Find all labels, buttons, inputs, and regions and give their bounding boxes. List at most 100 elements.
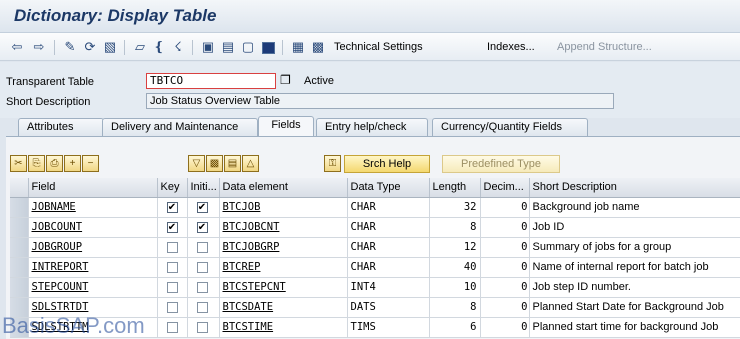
other-object-icon[interactable]: ⟳: [82, 39, 98, 55]
indexes-button[interactable]: Indexes...: [487, 39, 557, 55]
column-header-initial[interactable]: Initi...: [187, 178, 220, 198]
field-name-cell[interactable]: JOBGROUP: [28, 237, 158, 258]
display-change-icon[interactable]: ✎: [62, 39, 78, 55]
table-row[interactable]: INTREPORT BTCREP CHAR 40 0 Name of internal r…: [10, 257, 740, 278]
data-element-cell[interactable]: BTCSTIME: [219, 317, 348, 338]
data-element-cell[interactable]: BTCREP: [219, 257, 348, 278]
column-header-key[interactable]: Key: [157, 178, 188, 198]
data-element-cell[interactable]: BTCSDATE: [219, 297, 348, 318]
key-checkbox-cell[interactable]: [157, 317, 188, 338]
checkbox[interactable]: ✔: [166, 221, 178, 233]
data-type-cell[interactable]: CHAR: [347, 217, 430, 238]
column-header-short-description[interactable]: Short Description: [529, 178, 740, 198]
checkbox[interactable]: [196, 321, 208, 333]
check-icon[interactable]: ▧: [102, 39, 118, 55]
checkbox[interactable]: [196, 281, 208, 293]
checkbox[interactable]: [166, 301, 178, 313]
table-row[interactable]: JOBCOUNT ✔ ✔ BTCJOBCNT CHAR 8 0 Job ID: [10, 217, 740, 238]
tab-entry-help-check[interactable]: Entry help/check: [316, 118, 428, 136]
predefined-type-button[interactable]: Predefined Type: [442, 155, 560, 173]
append-structure-button[interactable]: Append Structure...: [557, 39, 677, 55]
tab-fields[interactable]: Fields: [258, 116, 314, 136]
insert-row-icon[interactable]: +: [64, 155, 81, 172]
initial-checkbox-cell[interactable]: ✔: [187, 197, 220, 218]
data-element-cell[interactable]: BTCJOB: [219, 197, 348, 218]
table-row[interactable]: JOBGROUP BTCJOBGRP CHAR 12 0 Summary of jobs …: [10, 237, 740, 258]
field-name-cell[interactable]: JOBCOUNT: [28, 217, 158, 238]
copy-icon[interactable]: ❐: [280, 73, 291, 87]
data-element-cell[interactable]: BTCJOBCNT: [219, 217, 348, 238]
decimals-cell[interactable]: 0: [480, 197, 530, 218]
screen-icon[interactable]: ▢: [240, 39, 256, 55]
data-type-cell[interactable]: CHAR: [347, 237, 430, 258]
table-row[interactable]: STEPCOUNT BTCSTEPCNT INT4 10 0 Job step ID nu…: [10, 277, 740, 298]
length-cell[interactable]: 6: [429, 317, 481, 338]
data-element-cell[interactable]: BTCJOBGRP: [219, 237, 348, 258]
length-cell[interactable]: 8: [429, 217, 481, 238]
tab-delivery-and-maintenance[interactable]: Delivery and Maintenance: [102, 118, 258, 136]
hierarchy-icon[interactable]: ▣: [200, 39, 216, 55]
activate-icon[interactable]: ▱: [132, 39, 148, 55]
sort-icon[interactable]: △: [242, 155, 259, 172]
short-description-field[interactable]: Job Status Overview Table: [146, 93, 614, 109]
key-checkbox-cell[interactable]: [157, 237, 188, 258]
key-checkbox-cell[interactable]: [157, 257, 188, 278]
checkbox[interactable]: ✔: [196, 221, 208, 233]
initial-checkbox-cell[interactable]: ✔: [187, 217, 220, 238]
initial-checkbox-cell[interactable]: [187, 237, 220, 258]
checkbox[interactable]: [166, 321, 178, 333]
field-name-cell[interactable]: INTREPORT: [28, 257, 158, 278]
back-arrow-icon[interactable]: ⇦: [10, 39, 24, 55]
key-checkbox-cell[interactable]: ✔: [157, 217, 188, 238]
row-selector[interactable]: [10, 217, 29, 238]
info-icon[interactable]: [260, 39, 276, 55]
contents-icon[interactable]: ▤: [220, 39, 236, 55]
column-header-field[interactable]: Field: [28, 178, 158, 198]
column-header-data-element[interactable]: Data element: [219, 178, 348, 198]
decimals-cell[interactable]: 0: [480, 297, 530, 318]
cut-icon[interactable]: ✂: [10, 155, 27, 172]
key-checkbox-cell[interactable]: [157, 277, 188, 298]
initial-checkbox-cell[interactable]: [187, 277, 220, 298]
short-description-cell[interactable]: Job ID: [529, 217, 740, 238]
checkbox[interactable]: [166, 241, 178, 253]
checkbox[interactable]: [166, 281, 178, 293]
decimals-cell[interactable]: 0: [480, 317, 530, 338]
new-rows-icon[interactable]: ▩: [206, 155, 223, 172]
tab-attributes[interactable]: Attributes: [18, 118, 104, 136]
column-header-decimals[interactable]: Decim...: [480, 178, 530, 198]
column-header-data-type[interactable]: Data Type: [347, 178, 430, 198]
length-cell[interactable]: 40: [429, 257, 481, 278]
copy-row-icon[interactable]: ⎘: [28, 155, 45, 172]
short-description-cell[interactable]: Planned start time for background Job: [529, 317, 740, 338]
row-selector-header[interactable]: [10, 178, 29, 198]
table-name-field[interactable]: TBTCO: [146, 73, 276, 89]
data-type-cell[interactable]: DATS: [347, 297, 430, 318]
length-cell[interactable]: 8: [429, 297, 481, 318]
forward-arrow-icon[interactable]: ⇨: [32, 39, 46, 55]
row-selector[interactable]: [10, 257, 29, 278]
key-checkbox-cell[interactable]: ✔: [157, 197, 188, 218]
short-description-cell[interactable]: Name of internal report for batch job: [529, 257, 740, 278]
row-selector[interactable]: [10, 277, 29, 298]
navigate-icon[interactable]: ☇: [170, 39, 186, 55]
where-used-icon[interactable]: ❴: [152, 39, 166, 55]
checkbox[interactable]: ✔: [166, 201, 178, 213]
table-row[interactable]: JOBNAME ✔ ✔ BTCJOB CHAR 32 0 Background job nam…: [10, 197, 740, 218]
checkbox[interactable]: [196, 241, 208, 253]
decimals-cell[interactable]: 0: [480, 277, 530, 298]
paste-icon[interactable]: ⎙: [46, 155, 63, 172]
key-icon[interactable]: ⚿: [324, 155, 341, 172]
decimals-cell[interactable]: 0: [480, 237, 530, 258]
data-type-cell[interactable]: CHAR: [347, 197, 430, 218]
checkbox[interactable]: ✔: [196, 201, 208, 213]
field-name-cell[interactable]: STEPCOUNT: [28, 277, 158, 298]
key-checkbox-cell[interactable]: [157, 297, 188, 318]
initial-checkbox-cell[interactable]: [187, 297, 220, 318]
data-type-cell[interactable]: CHAR: [347, 257, 430, 278]
initial-checkbox-cell[interactable]: [187, 317, 220, 338]
short-description-cell[interactable]: Background job name: [529, 197, 740, 218]
short-description-cell[interactable]: Job step ID number.: [529, 277, 740, 298]
decimals-cell[interactable]: 0: [480, 257, 530, 278]
technical-settings-button[interactable]: Technical Settings: [334, 39, 474, 55]
